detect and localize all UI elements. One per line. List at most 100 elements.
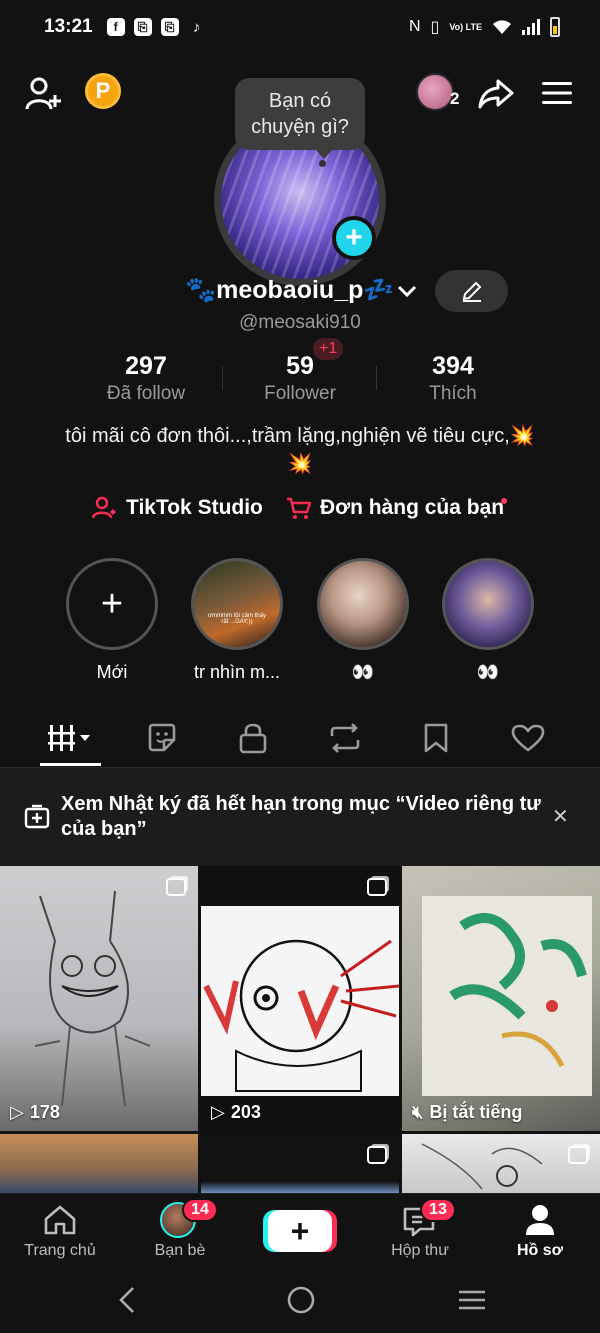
- status-icons: N ▯ Vo) LTE: [409, 17, 560, 37]
- tab-reposts[interactable]: [314, 712, 376, 764]
- tab-liked[interactable]: [497, 712, 559, 764]
- following-label: Đã follow: [106, 383, 186, 404]
- create-button[interactable]: +: [268, 1210, 332, 1252]
- view-count: ▷ 178: [10, 1102, 60, 1122]
- friends-badge: 14: [182, 1198, 218, 1222]
- vibrate-icon: ▯: [430, 19, 440, 36]
- profile-bio: tôi mãi cô đơn thôi...,trầm lặng,nghiện …: [65, 425, 535, 475]
- friend-avatars-button[interactable]: [416, 73, 454, 111]
- likes-label: Thích: [429, 383, 477, 404]
- tiktok-app-icon: ♪: [192, 18, 201, 36]
- circle-home-icon: [287, 1286, 315, 1314]
- nav-home-label: Trang chủ: [24, 1242, 96, 1259]
- pencil-icon: [462, 281, 481, 302]
- coins-button[interactable]: P: [85, 73, 121, 109]
- nav-home[interactable]: Trang chủ: [0, 1194, 120, 1270]
- profile-stats: 297 Đã follow 59 Follower 394 Thích: [0, 352, 600, 408]
- orders-label: Đơn hàng của bạn: [320, 496, 505, 519]
- recents-button[interactable]: [458, 1285, 486, 1320]
- status-time: 13:21: [44, 16, 93, 37]
- nav-profile[interactable]: Hồ sơ: [480, 1194, 600, 1270]
- home-icon: [44, 1205, 76, 1235]
- home-button[interactable]: [286, 1285, 316, 1320]
- new-followers-badge: +1: [313, 338, 344, 360]
- heart-icon: [511, 724, 545, 752]
- likes-stat[interactable]: 394 Thích: [378, 352, 528, 405]
- lock-icon: [239, 723, 267, 754]
- add-story-button[interactable]: +: [332, 216, 376, 260]
- following-stat[interactable]: 297 Đã follow: [71, 352, 221, 405]
- highlight-label: 👀: [476, 662, 500, 682]
- avatar: [416, 73, 454, 111]
- multi-photo-icon: [367, 878, 387, 896]
- following-count: 297: [125, 352, 167, 380]
- highlight-item[interactable]: ơmmmm tôi cảm thấy rất ...GAY;)) tr nhìn…: [191, 558, 283, 683]
- highlight-cover: [317, 558, 409, 650]
- status-bar: 13:21 f ⎘ ⎘ ♪ N ▯ Vo) LTE: [0, 0, 600, 54]
- likes-count: 394: [432, 352, 474, 380]
- status-tooltip[interactable]: Bạn có chuyện gì?: [235, 78, 365, 159]
- share-icon: [478, 79, 514, 109]
- back-button[interactable]: [116, 1285, 138, 1320]
- nav-friends-label: Bạn bè: [154, 1242, 206, 1259]
- tiktok-studio-label: TikTok Studio: [126, 496, 263, 519]
- profile-links: TikTok Studio Đơn hàng của bạn: [0, 496, 600, 528]
- display-name[interactable]: 🐾meobaoiu_p💤: [185, 276, 395, 305]
- muted-icon: 🔇︎: [412, 1102, 424, 1122]
- cart-icon: [287, 497, 312, 519]
- orders-link[interactable]: Đơn hàng của bạn: [286, 496, 504, 520]
- add-friend-button[interactable]: [24, 74, 64, 114]
- orders-notification-dot: [501, 498, 507, 504]
- name-row: 🐾meobaoiu_p💤: [0, 270, 600, 312]
- recents-icon: [459, 1290, 485, 1310]
- messenger-app-icon: ⎘: [160, 18, 179, 36]
- menu-button[interactable]: [540, 78, 574, 108]
- share-profile-button[interactable]: [478, 74, 514, 114]
- highlight-new[interactable]: + Mới: [66, 558, 158, 683]
- content-tabs: [0, 712, 600, 768]
- play-icon: ▷: [211, 1102, 225, 1122]
- highlight-label: 👀: [351, 662, 375, 682]
- battery-icon: [550, 17, 560, 37]
- tab-private[interactable]: [222, 712, 284, 764]
- signal-icon: [522, 19, 540, 35]
- video-thumbnail[interactable]: 🔇︎ Bị tắt tiếng: [402, 866, 600, 1131]
- close-icon[interactable]: ✕: [552, 804, 569, 829]
- tab-stickers[interactable]: [131, 712, 193, 764]
- followers-stat[interactable]: 59 Follower: [225, 352, 375, 405]
- studio-icon: [92, 496, 116, 519]
- video-grid: ▷ 178 ▷ 203 🔇︎ Bị tắt tiếng: [0, 866, 600, 1193]
- volte-icon: Vo) LTE: [449, 21, 482, 32]
- add-video-icon: [24, 804, 50, 829]
- muted-label: 🔇︎ Bị tắt tiếng: [412, 1102, 523, 1122]
- video-thumbnail[interactable]: [201, 1134, 399, 1193]
- followers-count: 59: [286, 352, 314, 380]
- story-highlights: + Mới ơmmmm tôi cảm thấy rất ...GAY;)) t…: [0, 558, 600, 688]
- expired-diary-notice[interactable]: Xem Nhật ký đã hết hạn trong mục “Video …: [0, 768, 600, 866]
- back-icon: [119, 1287, 134, 1313]
- nfc-icon: N: [408, 18, 421, 35]
- plus-icon: +: [66, 558, 158, 650]
- play-icon: ▷: [10, 1102, 24, 1122]
- sketch-drawing: [203, 939, 399, 1092]
- edit-profile-button[interactable]: [435, 270, 508, 312]
- sticker-icon: [148, 723, 176, 752]
- highlight-item[interactable]: 👀: [317, 558, 409, 683]
- nav-inbox-label: Hộp thư: [391, 1242, 449, 1259]
- video-thumbnail[interactable]: ▷ 203: [201, 866, 399, 1131]
- highlight-cover: ơmmmm tôi cảm thấy rất ...GAY;)): [191, 558, 283, 650]
- multi-photo-icon: [568, 1146, 588, 1164]
- sketch-drawing: [34, 890, 151, 1107]
- followers-label: Follower: [264, 383, 336, 404]
- tiktok-studio-link[interactable]: TikTok Studio: [92, 496, 263, 520]
- video-thumbnail[interactable]: ▷ 178: [0, 866, 198, 1131]
- video-thumbnail[interactable]: [0, 1134, 198, 1193]
- highlight-item[interactable]: 👀: [442, 558, 534, 683]
- nav-inbox[interactable]: 13 Hộp thư: [360, 1194, 480, 1270]
- chevron-down-icon[interactable]: [397, 278, 417, 304]
- tab-favorites[interactable]: [405, 712, 467, 764]
- tab-videos[interactable]: [40, 712, 101, 764]
- nav-friends[interactable]: 14 Bạn bè: [120, 1194, 240, 1270]
- video-thumbnail[interactable]: [402, 1134, 600, 1193]
- multi-photo-icon: [166, 878, 186, 896]
